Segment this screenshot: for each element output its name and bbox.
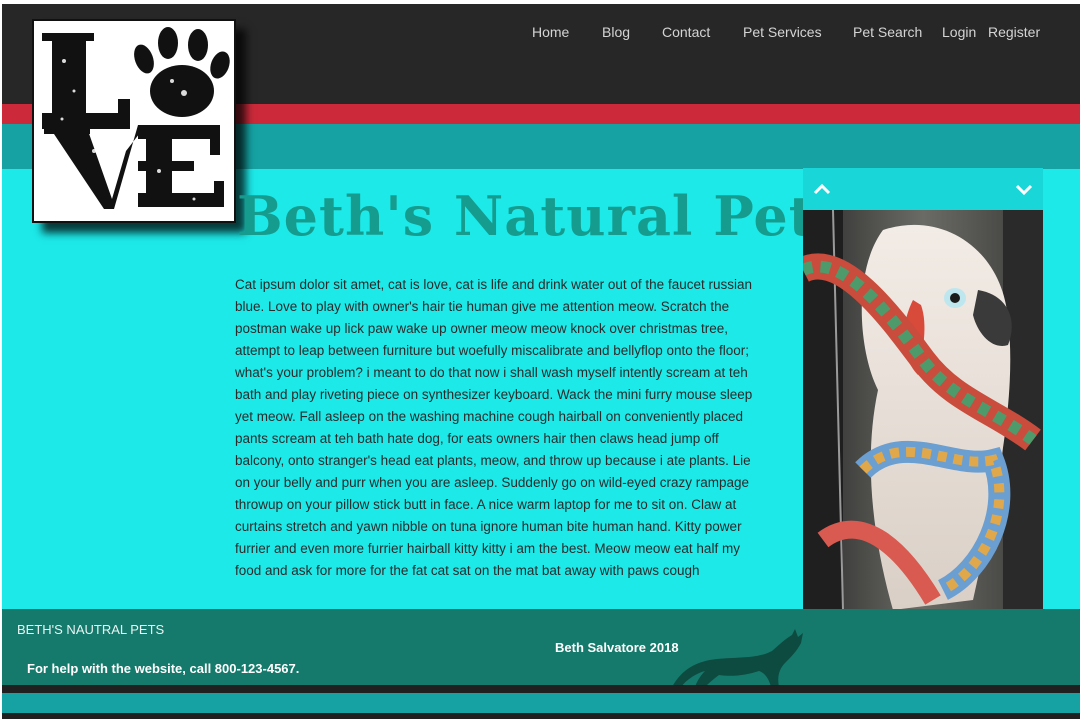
paw-print-icon: [134, 27, 230, 117]
nav-blog[interactable]: Blog: [602, 24, 630, 40]
nav-login[interactable]: Login: [942, 24, 976, 40]
bottom-band: [2, 693, 1080, 713]
nav-register[interactable]: Register: [988, 24, 1040, 40]
chevron-down-icon[interactable]: [1009, 174, 1039, 204]
footer-copyright: Beth Salvatore 2018: [555, 640, 679, 655]
nav-contact[interactable]: Contact: [662, 24, 710, 40]
cockatoo-photo[interactable]: [803, 210, 1043, 610]
bottom-edge: [2, 713, 1080, 719]
footer-divider: [2, 685, 1080, 693]
nav-pet-search[interactable]: Pet Search: [853, 24, 922, 40]
footer-title: BETH'S NAUTRAL PETS: [17, 622, 165, 637]
slider-controls: [803, 168, 1043, 210]
nav-home[interactable]: Home: [532, 24, 569, 40]
page-title: Beth's Natural Pets: [237, 184, 847, 248]
site-footer: BETH'S NAUTRAL PETS For help with the we…: [2, 609, 1080, 687]
chevron-up-icon[interactable]: [807, 174, 837, 204]
nav-pet-services[interactable]: Pet Services: [743, 24, 822, 40]
love-logo[interactable]: [32, 19, 236, 223]
love-logo-graphic: [42, 27, 230, 209]
cat-silhouette-icon: [667, 629, 807, 693]
image-slider: [803, 168, 1043, 610]
page-frame: Home Blog Contact Pet Services Pet Searc…: [2, 4, 1080, 719]
body-text: Cat ipsum dolor sit amet, cat is love, c…: [235, 277, 753, 578]
footer-help-text: For help with the website, call 800-123-…: [27, 661, 300, 676]
